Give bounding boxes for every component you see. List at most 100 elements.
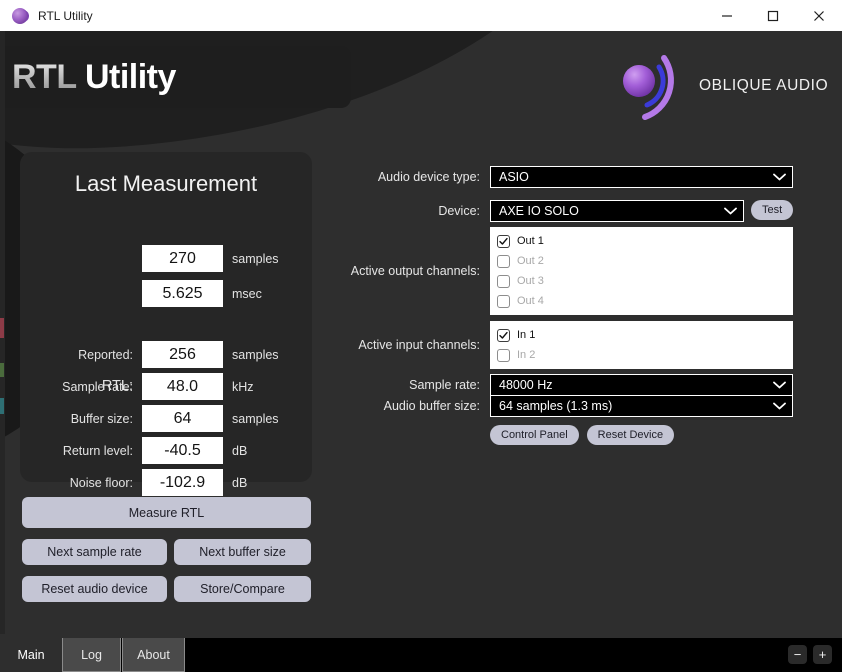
sample-rate-setting-row: Sample rate: 48000 Hz — [345, 374, 793, 396]
list-item[interactable]: In 2 — [491, 345, 792, 365]
list-item[interactable]: Out 1 — [491, 231, 792, 251]
active-input-channels-label: Active input channels: — [345, 321, 490, 369]
noise-floor-row: Noise floor: -102.9 dB — [20, 469, 312, 496]
store-compare-button[interactable]: Store/Compare — [174, 576, 311, 602]
active-output-channels-row: Active output channels: Out 1 Out 2 Out … — [345, 227, 793, 315]
output-channels-list[interactable]: Out 1 Out 2 Out 3 Out 4 — [490, 227, 793, 315]
chevron-down-icon — [773, 402, 786, 410]
checkbox-unchecked-icon[interactable] — [497, 349, 510, 362]
audio-device-type-value: ASIO — [499, 170, 773, 184]
next-buffer-size-button[interactable]: Next buffer size — [174, 539, 311, 565]
tab-log[interactable]: Log — [62, 638, 121, 672]
rtl-msec-value: 5.625 — [142, 280, 223, 307]
return-level-row: Return level: -40.5 dB — [20, 437, 312, 464]
app-logo-icon — [12, 8, 28, 24]
device-label: Device: — [345, 200, 490, 222]
reported-unit: samples — [223, 348, 279, 362]
list-item-label: Out 3 — [517, 275, 544, 287]
rtl-samples-row: 270 samples — [20, 245, 312, 272]
title-bar: RTL Utility — [0, 0, 842, 31]
panel-title: Last Measurement — [20, 171, 312, 197]
list-item[interactable]: Out 3 — [491, 271, 792, 291]
page-title-rtl: RTL — [12, 58, 85, 96]
sample-rate-label: Sample rate: — [20, 380, 142, 394]
rtl-samples-unit: samples — [223, 252, 279, 266]
sample-rate-setting-label: Sample rate: — [345, 374, 490, 396]
page-title: RTL Utility — [12, 58, 176, 97]
rtl-msec-unit: msec — [223, 287, 262, 301]
checkbox-checked-icon[interactable] — [497, 329, 510, 342]
checkbox-unchecked-icon[interactable] — [497, 255, 510, 268]
list-item[interactable]: In 1 — [491, 325, 792, 345]
window-controls — [704, 0, 842, 31]
return-level-unit: dB — [223, 444, 247, 458]
list-item[interactable]: Out 2 — [491, 251, 792, 271]
active-input-channels-row: Active input channels: In 1 In 2 — [345, 321, 793, 369]
reported-row: Reported: 256 samples — [20, 341, 312, 368]
list-item[interactable]: Out 4 — [491, 291, 792, 311]
list-item-label: In 1 — [517, 329, 535, 341]
sample-rate-unit: kHz — [223, 380, 254, 394]
audio-buffer-size-label: Audio buffer size: — [345, 395, 490, 417]
audio-device-type-row: Audio device type: ASIO — [345, 166, 793, 188]
test-device-button[interactable]: Test — [751, 200, 793, 220]
noise-floor-value: -102.9 — [142, 469, 223, 496]
checkbox-unchecked-icon[interactable] — [497, 275, 510, 288]
chevron-down-icon — [724, 207, 737, 215]
window-title: RTL Utility — [38, 9, 93, 23]
device-select[interactable]: AXE IO SOLO — [490, 200, 744, 222]
buffer-size-value: 64 — [142, 405, 223, 432]
list-item-label: Out 2 — [517, 255, 544, 267]
control-panel-button[interactable]: Control Panel — [490, 425, 579, 445]
rtl-msec-row: 5.625 msec — [20, 280, 312, 307]
next-sample-rate-button[interactable]: Next sample rate — [22, 539, 167, 565]
tab-about[interactable]: About — [122, 638, 185, 672]
zoom-in-button[interactable]: + — [813, 645, 832, 664]
active-output-channels-label: Active output channels: — [345, 227, 490, 315]
reported-label: Reported: — [20, 348, 142, 362]
zoom-out-button[interactable]: − — [788, 645, 807, 664]
rtl-samples-value: 270 — [142, 245, 223, 272]
page-title-utility: Utility — [85, 58, 176, 96]
buffer-size-unit: samples — [223, 412, 279, 426]
sample-rate-row: Sample rate: 48.0 kHz — [20, 373, 312, 400]
measure-rtl-button[interactable]: Measure RTL — [22, 497, 311, 528]
chevron-down-icon — [773, 381, 786, 389]
reset-device-button[interactable]: Reset Device — [587, 425, 674, 445]
audio-buffer-size-select[interactable]: 64 samples (1.3 ms) — [490, 395, 793, 417]
return-level-label: Return level: — [20, 444, 142, 458]
oblique-audio-logo-icon — [613, 47, 691, 125]
close-icon[interactable] — [796, 0, 842, 31]
reset-audio-device-button[interactable]: Reset audio device — [22, 576, 167, 602]
input-channels-list[interactable]: In 1 In 2 — [490, 321, 793, 369]
buffer-size-label: Buffer size: — [20, 412, 142, 426]
sample-rate-select[interactable]: 48000 Hz — [490, 374, 793, 396]
desktop-mark-teal — [0, 398, 4, 414]
tab-main[interactable]: Main — [0, 638, 62, 672]
tab-bar: Main Log About − + — [0, 634, 842, 672]
device-row: Device: AXE IO SOLO Test — [345, 200, 793, 222]
main-content: RTL Utility OBLIQUE — [5, 31, 842, 634]
brand-logo: OBLIQUE AUDIO — [613, 46, 838, 126]
maximize-icon[interactable] — [750, 0, 796, 31]
device-action-buttons: Control Panel Reset Device — [490, 425, 674, 445]
last-measurement-panel: Last Measurement RTL: 270 samples 5.625 … — [20, 152, 312, 482]
checkbox-checked-icon[interactable] — [497, 235, 510, 248]
audio-buffer-size-value: 64 samples (1.3 ms) — [499, 399, 773, 413]
application-window: RTL Utility RTL Utility — [0, 0, 842, 672]
checkbox-unchecked-icon[interactable] — [497, 295, 510, 308]
buffer-size-row: Buffer size: 64 samples — [20, 405, 312, 432]
list-item-label: In 2 — [517, 349, 535, 361]
audio-device-type-label: Audio device type: — [345, 166, 490, 188]
device-value: AXE IO SOLO — [499, 204, 724, 218]
noise-floor-label: Noise floor: — [20, 476, 142, 490]
audio-buffer-size-row: Audio buffer size: 64 samples (1.3 ms) — [345, 395, 793, 417]
reported-value: 256 — [142, 341, 223, 368]
chevron-down-icon — [773, 173, 786, 181]
noise-floor-unit: dB — [223, 476, 247, 490]
desktop-mark-green — [0, 363, 4, 377]
minimize-icon[interactable] — [704, 0, 750, 31]
sample-rate-value: 48.0 — [142, 373, 223, 400]
app-header-banner: RTL Utility — [5, 46, 351, 108]
audio-device-type-select[interactable]: ASIO — [490, 166, 793, 188]
